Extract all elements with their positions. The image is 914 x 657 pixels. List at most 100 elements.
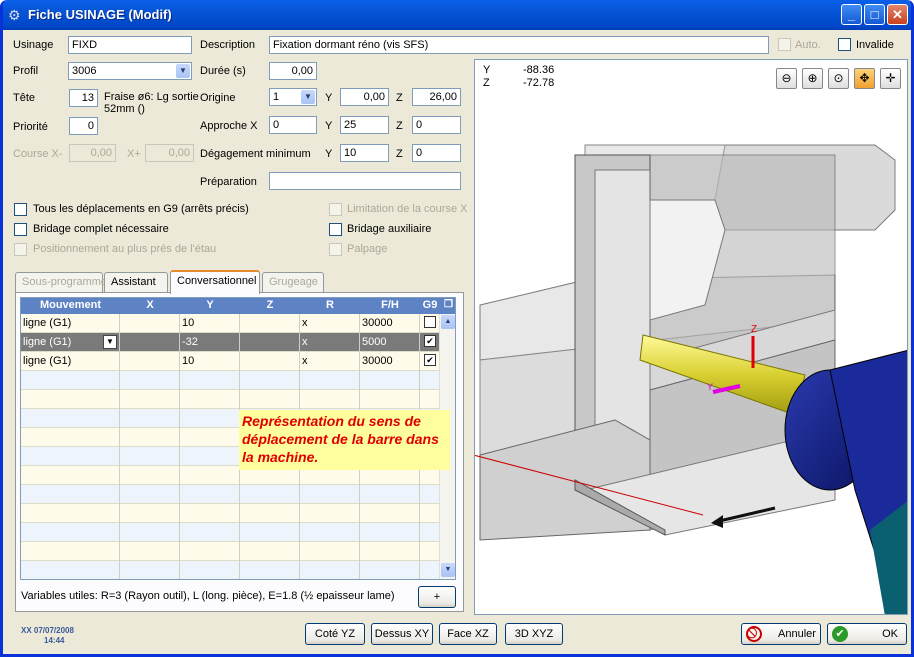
palpage-checkbox[interactable]	[329, 243, 342, 256]
table-row[interactable]: ligne (G1) -32 x 5000 ✔ ▼	[21, 333, 441, 352]
profil-select[interactable]: 3006 ▼	[68, 62, 192, 80]
table-row[interactable]	[21, 542, 441, 561]
origine-select[interactable]: 1 ▼	[269, 88, 317, 106]
cell-x[interactable]	[120, 447, 180, 466]
table-row[interactable]: ligne (G1) 10 x 30000	[21, 314, 441, 333]
cell-y[interactable]	[180, 447, 240, 466]
table-row[interactable]	[21, 523, 441, 542]
cell-z[interactable]	[240, 523, 300, 542]
cell-fh[interactable]	[360, 523, 420, 542]
maximize-button[interactable]: □	[864, 4, 885, 25]
preparation-input[interactable]	[269, 172, 461, 190]
cell-z[interactable]	[240, 314, 300, 333]
cell-y[interactable]	[180, 428, 240, 447]
cell-z[interactable]	[240, 542, 300, 561]
cell-r[interactable]	[300, 485, 360, 504]
cell-g9[interactable]	[420, 371, 441, 390]
cell-y[interactable]	[180, 466, 240, 485]
usinage-input[interactable]: FIXD	[68, 36, 192, 54]
cell-r[interactable]	[300, 371, 360, 390]
cell-mouvement[interactable]	[21, 561, 120, 579]
close-button[interactable]: ✕	[887, 4, 908, 25]
col-mouvement[interactable]: Mouvement	[21, 299, 120, 311]
cell-mouvement[interactable]	[21, 542, 120, 561]
cell-g9[interactable]	[420, 542, 441, 561]
table-row[interactable]	[21, 390, 441, 409]
cell-mouvement[interactable]: ligne (G1)	[21, 352, 120, 371]
cell-mouvement[interactable]	[21, 485, 120, 504]
tete-input[interactable]: 13	[69, 89, 98, 107]
bridage-complet-checkbox[interactable]	[14, 223, 27, 236]
col-fh[interactable]: F/H	[360, 299, 420, 311]
cell-x[interactable]	[120, 409, 180, 428]
cell-mouvement[interactable]	[21, 447, 120, 466]
chevron-down-icon[interactable]: ▼	[301, 90, 315, 104]
cell-r[interactable]	[300, 561, 360, 579]
col-r[interactable]: R	[300, 299, 360, 311]
cell-z[interactable]	[240, 371, 300, 390]
cell-mouvement[interactable]	[21, 371, 120, 390]
cell-fh[interactable]: 30000	[360, 314, 420, 333]
invalide-checkbox[interactable]	[838, 38, 851, 51]
face-xz-button[interactable]: Face XZ	[439, 623, 497, 645]
cell-x[interactable]	[120, 542, 180, 561]
cell-g9[interactable]	[420, 485, 441, 504]
auto-checkbox[interactable]	[778, 38, 791, 51]
tab-assistant[interactable]: Assistant	[104, 272, 168, 292]
cell-r[interactable]: x	[300, 314, 360, 333]
cell-x[interactable]	[120, 371, 180, 390]
cell-y[interactable]	[180, 409, 240, 428]
cell-g9[interactable]	[420, 314, 441, 333]
cell-mouvement[interactable]	[21, 390, 120, 409]
cell-x[interactable]	[120, 390, 180, 409]
approche-y-input[interactable]: 25	[340, 116, 389, 134]
cell-y[interactable]	[180, 390, 240, 409]
cell-z[interactable]	[240, 561, 300, 579]
cell-fh[interactable]	[360, 485, 420, 504]
cell-mouvement[interactable]: ligne (G1)	[21, 314, 120, 333]
cell-y[interactable]: 10	[180, 314, 240, 333]
origine-z-input[interactable]: 26,00	[412, 88, 461, 106]
cell-y[interactable]: 10	[180, 352, 240, 371]
cell-y[interactable]	[180, 561, 240, 579]
cell-r[interactable]: x	[300, 333, 360, 352]
cell-g9[interactable]	[420, 390, 441, 409]
cell-fh[interactable]	[360, 504, 420, 523]
table-row[interactable]	[21, 504, 441, 523]
cell-r[interactable]	[300, 390, 360, 409]
duree-input[interactable]: 0,00	[269, 62, 317, 80]
col-x[interactable]: X	[120, 299, 180, 311]
tab-grugeage[interactable]: Grugeage	[262, 272, 324, 292]
g9-checkbox[interactable]: ✔	[424, 335, 436, 347]
bridage-aux-checkbox[interactable]	[329, 223, 342, 236]
annuler-button[interactable]: ⃠ Annuler	[741, 623, 821, 645]
cell-r[interactable]	[300, 504, 360, 523]
cell-fh[interactable]	[360, 390, 420, 409]
tab-conversationnel[interactable]: Conversationnel	[170, 270, 260, 294]
cell-x[interactable]	[120, 523, 180, 542]
table-row[interactable]	[21, 371, 441, 390]
g9-checkbox[interactable]	[424, 316, 436, 328]
cell-x[interactable]	[120, 561, 180, 579]
cell-fh[interactable]: 5000	[360, 333, 420, 352]
title-bar[interactable]: ⚙ Fiche USINAGE (Modif) _ □ ✕	[3, 0, 911, 30]
cell-z[interactable]	[240, 485, 300, 504]
cell-mouvement[interactable]	[21, 409, 120, 428]
table-row[interactable]: ligne (G1) 10 x 30000 ✔	[21, 352, 441, 371]
col-y[interactable]: Y	[180, 299, 240, 311]
cell-g9[interactable]	[420, 504, 441, 523]
cell-x[interactable]	[120, 314, 180, 333]
origine-y-input[interactable]: 0,00	[340, 88, 389, 106]
description-input[interactable]: Fixation dormant réno (vis SFS)	[269, 36, 769, 54]
priorite-input[interactable]: 0	[69, 117, 98, 135]
approche-x-input[interactable]: 0	[269, 116, 317, 134]
limitation-checkbox[interactable]	[329, 203, 342, 216]
cell-y[interactable]	[180, 504, 240, 523]
copy-icon[interactable]: ❐	[442, 299, 455, 310]
cell-x[interactable]	[120, 485, 180, 504]
cell-y[interactable]	[180, 371, 240, 390]
cell-g9[interactable]	[420, 523, 441, 542]
degagement-y-input[interactable]: 10	[340, 144, 389, 162]
cell-x[interactable]	[120, 504, 180, 523]
degagement-z-input[interactable]: 0	[412, 144, 461, 162]
